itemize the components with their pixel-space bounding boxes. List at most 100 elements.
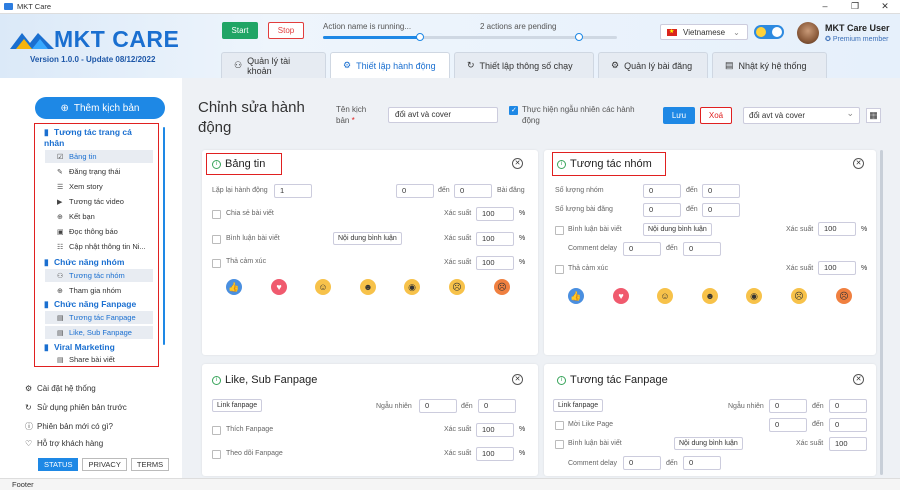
fanpage-delay-to[interactable]: 0 bbox=[683, 456, 721, 470]
sidebar-item-news-feed[interactable]: ☑ Bảng tin bbox=[45, 150, 153, 163]
invite-like-from[interactable]: 0 bbox=[769, 418, 807, 432]
tab-post-management[interactable]: ⚙ Quản lý bài đăng bbox=[598, 52, 708, 78]
previous-version-link[interactable]: ↻ Sử dụng phiên bản trước bbox=[25, 403, 127, 412]
delete-button[interactable]: Xoá bbox=[700, 107, 732, 124]
tab-system-log[interactable]: ▤ Nhật ký hệ thống bbox=[712, 52, 827, 78]
like-sub-to[interactable]: 0 bbox=[478, 399, 516, 413]
link-fanpage-button[interactable]: Link fanpage bbox=[212, 399, 263, 412]
fanpage-comment-prob-input[interactable]: 100 bbox=[829, 437, 867, 451]
angry-icon[interactable]: ☹ bbox=[836, 288, 852, 304]
sidebar-item-fanpage-interaction[interactable]: ▤ Tương tác Fanpage bbox=[45, 311, 153, 324]
group-fanpage-functions[interactable]: ▮ Chức năng Fanpage bbox=[44, 299, 136, 310]
group-delay-to[interactable]: 0 bbox=[683, 242, 721, 256]
like-sub-from[interactable]: 0 bbox=[419, 399, 457, 413]
sidebar-item-update-info[interactable]: ☷ Cập nhật thông tin Ni... bbox=[45, 240, 153, 253]
fanpage-comment-checkbox[interactable] bbox=[555, 440, 564, 449]
random-actions-checkbox[interactable] bbox=[509, 106, 518, 115]
privacy-button[interactable]: PRIVACY bbox=[82, 458, 127, 471]
close-window-icon[interactable]: ✕ bbox=[870, 0, 900, 14]
add-scenario-button[interactable]: ⊕ Thêm kịch bản bbox=[35, 97, 165, 119]
sidebar-item-read-notifications[interactable]: ▣ Đọc thông báo bbox=[45, 225, 153, 238]
like-prob-input[interactable]: 100 bbox=[476, 423, 514, 437]
group-personal-interaction[interactable]: ▮ Tương tác trang cá nhân bbox=[44, 127, 132, 149]
love-icon[interactable]: ♥ bbox=[271, 279, 287, 295]
comment-post-checkbox[interactable] bbox=[212, 235, 221, 244]
close-fanpage-interaction-icon[interactable]: ✕ bbox=[853, 374, 864, 385]
repeat-input[interactable]: 1 bbox=[274, 184, 312, 198]
group-react-prob-input[interactable]: 100 bbox=[818, 261, 856, 275]
like-icon[interactable]: 👍 bbox=[226, 279, 242, 295]
love-icon[interactable]: ♥ bbox=[613, 288, 629, 304]
fanpage-link-button[interactable]: Link fanpage bbox=[553, 399, 604, 412]
sidebar-item-group-interaction[interactable]: ⚇ Tương tác nhóm bbox=[45, 269, 153, 282]
start-button[interactable]: Start bbox=[222, 22, 258, 39]
invite-like-checkbox[interactable] bbox=[555, 421, 564, 430]
share-post-checkbox[interactable] bbox=[212, 210, 221, 219]
care-icon[interactable]: ☺ bbox=[315, 279, 331, 295]
sidebar-item-add-friend[interactable]: ⊕ Kết bạn bbox=[45, 210, 153, 223]
wow-icon[interactable]: ◉ bbox=[404, 279, 420, 295]
haha-icon[interactable]: ☻ bbox=[360, 279, 376, 295]
like-fanpage-checkbox[interactable] bbox=[212, 426, 221, 435]
like-icon[interactable]: 👍 bbox=[568, 288, 584, 304]
follow-fanpage-checkbox[interactable] bbox=[212, 450, 221, 459]
haha-icon[interactable]: ☻ bbox=[702, 288, 718, 304]
terms-button[interactable]: TERMS bbox=[130, 458, 170, 471]
support-link[interactable]: ♡ Hỗ trợ khách hàng bbox=[25, 439, 103, 448]
sidebar-item-view-story[interactable]: ☰ Xem story bbox=[45, 180, 153, 193]
whats-new-link[interactable]: ⓘ Phiên bản mới có gì? bbox=[25, 421, 113, 432]
group-react-checkbox[interactable] bbox=[555, 265, 564, 274]
fanpage-from[interactable]: 0 bbox=[769, 399, 807, 413]
tab-action-setup[interactable]: ⚙ Thiết lập hành động bbox=[330, 52, 450, 78]
scenario-name-input[interactable]: đổi avt và cover bbox=[388, 107, 498, 123]
group-viral-marketing[interactable]: ▮ Viral Marketing bbox=[44, 342, 115, 353]
sad-icon[interactable]: ☹ bbox=[791, 288, 807, 304]
posts-to-input[interactable]: 0 bbox=[454, 184, 492, 198]
theme-toggle[interactable] bbox=[754, 25, 784, 39]
fanpage-delay-from[interactable]: 0 bbox=[623, 456, 661, 470]
group-comment-checkbox[interactable] bbox=[555, 226, 564, 235]
group-count-from[interactable]: 0 bbox=[643, 184, 681, 198]
save-button[interactable]: Lưu bbox=[663, 107, 695, 124]
close-like-sub-icon[interactable]: ✕ bbox=[512, 374, 523, 385]
sidebar-item-post-status[interactable]: ✎ Đăng trạng thái bbox=[45, 165, 153, 178]
sidebar-scrollbar[interactable] bbox=[163, 127, 165, 345]
comment-content-button[interactable]: Nội dung bình luận bbox=[333, 232, 402, 245]
comment-prob-input[interactable]: 100 bbox=[476, 232, 514, 246]
angry-icon[interactable]: ☹ bbox=[494, 279, 510, 295]
post-count-from[interactable]: 0 bbox=[643, 203, 681, 217]
sidebar-item-join-group[interactable]: ⊕ Tham gia nhóm bbox=[45, 284, 153, 297]
follow-prob-input[interactable]: 100 bbox=[476, 447, 514, 461]
maximize-icon[interactable]: ❐ bbox=[840, 0, 870, 14]
react-checkbox[interactable] bbox=[212, 259, 221, 268]
group-count-to[interactable]: 0 bbox=[702, 184, 740, 198]
post-count-to[interactable]: 0 bbox=[702, 203, 740, 217]
system-settings-link[interactable]: ⚙ Cài đặt hệ thống bbox=[25, 384, 96, 393]
scenario-select[interactable]: đổi avt và cover bbox=[743, 106, 860, 124]
fanpage-comment-content-button[interactable]: Nội dung bình luận bbox=[674, 437, 743, 450]
tab-account-management[interactable]: ⚇ Quản lý tài khoản bbox=[221, 52, 326, 78]
status-button[interactable]: STATUS bbox=[38, 458, 79, 471]
main-scrollbar[interactable] bbox=[880, 150, 883, 475]
share-prob-input[interactable]: 100 bbox=[476, 207, 514, 221]
group-comment-content-button[interactable]: Nội dung bình luận bbox=[643, 223, 712, 236]
group-delay-from[interactable]: 0 bbox=[623, 242, 661, 256]
group-group-functions[interactable]: ▮ Chức năng nhóm bbox=[44, 257, 124, 268]
close-group-interaction-icon[interactable]: ✕ bbox=[853, 158, 864, 169]
sidebar-item-like-sub-fanpage[interactable]: ▤ Like, Sub Fanpage bbox=[45, 326, 153, 339]
invite-like-to[interactable]: 0 bbox=[829, 418, 867, 432]
react-prob-input[interactable]: 100 bbox=[476, 256, 514, 270]
care-icon[interactable]: ☺ bbox=[657, 288, 673, 304]
grid-view-icon[interactable]: ▦ bbox=[866, 108, 881, 123]
group-comment-prob-input[interactable]: 100 bbox=[818, 222, 856, 236]
language-select[interactable]: Vietnamese ⌄ bbox=[660, 24, 748, 40]
close-news-feed-icon[interactable]: ✕ bbox=[512, 158, 523, 169]
stop-button[interactable]: Stop bbox=[268, 22, 304, 39]
sidebar-item-share-post[interactable]: ▤ Share bài viết bbox=[45, 353, 153, 366]
fanpage-to[interactable]: 0 bbox=[829, 399, 867, 413]
tab-run-params[interactable]: ↻ Thiết lập thông số chạy bbox=[454, 52, 594, 78]
sad-icon[interactable]: ☹ bbox=[449, 279, 465, 295]
posts-from-input[interactable]: 0 bbox=[396, 184, 434, 198]
minimize-icon[interactable]: – bbox=[810, 0, 840, 14]
wow-icon[interactable]: ◉ bbox=[746, 288, 762, 304]
